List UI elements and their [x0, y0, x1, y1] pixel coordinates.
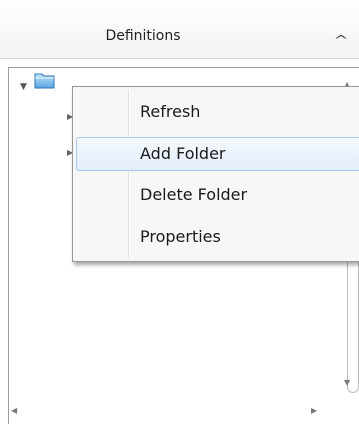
panel-title: Definitions	[105, 28, 181, 44]
scroll-left-arrow-icon[interactable]: ◀	[11, 406, 17, 415]
menu-item-refresh[interactable]: Refresh	[76, 95, 359, 129]
definitions-panel-header: Definitions ^	[0, 0, 359, 59]
menu-item-label: Delete Folder	[140, 185, 248, 204]
menu-item-add-folder[interactable]: Add Folder	[76, 137, 359, 171]
collapse-chevron-icon[interactable]: ^	[319, 28, 359, 52]
menu-item-properties[interactable]: Properties	[76, 220, 359, 254]
menu-item-label: Add Folder	[140, 144, 226, 163]
expand-arrow-icon[interactable]: ▼	[20, 82, 27, 92]
menu-item-label: Refresh	[140, 102, 201, 121]
folder-icon[interactable]	[33, 70, 57, 94]
scroll-right-arrow-icon[interactable]: ▶	[311, 406, 317, 415]
vertical-scrollbar-thumb[interactable]	[347, 246, 359, 393]
context-menu: Refresh Add Folder Delete Folder Propert…	[72, 86, 359, 262]
menu-item-label: Properties	[140, 227, 221, 246]
menu-item-delete-folder[interactable]: Delete Folder	[76, 178, 359, 212]
scroll-down-arrow-icon[interactable]: ▼	[344, 378, 350, 387]
